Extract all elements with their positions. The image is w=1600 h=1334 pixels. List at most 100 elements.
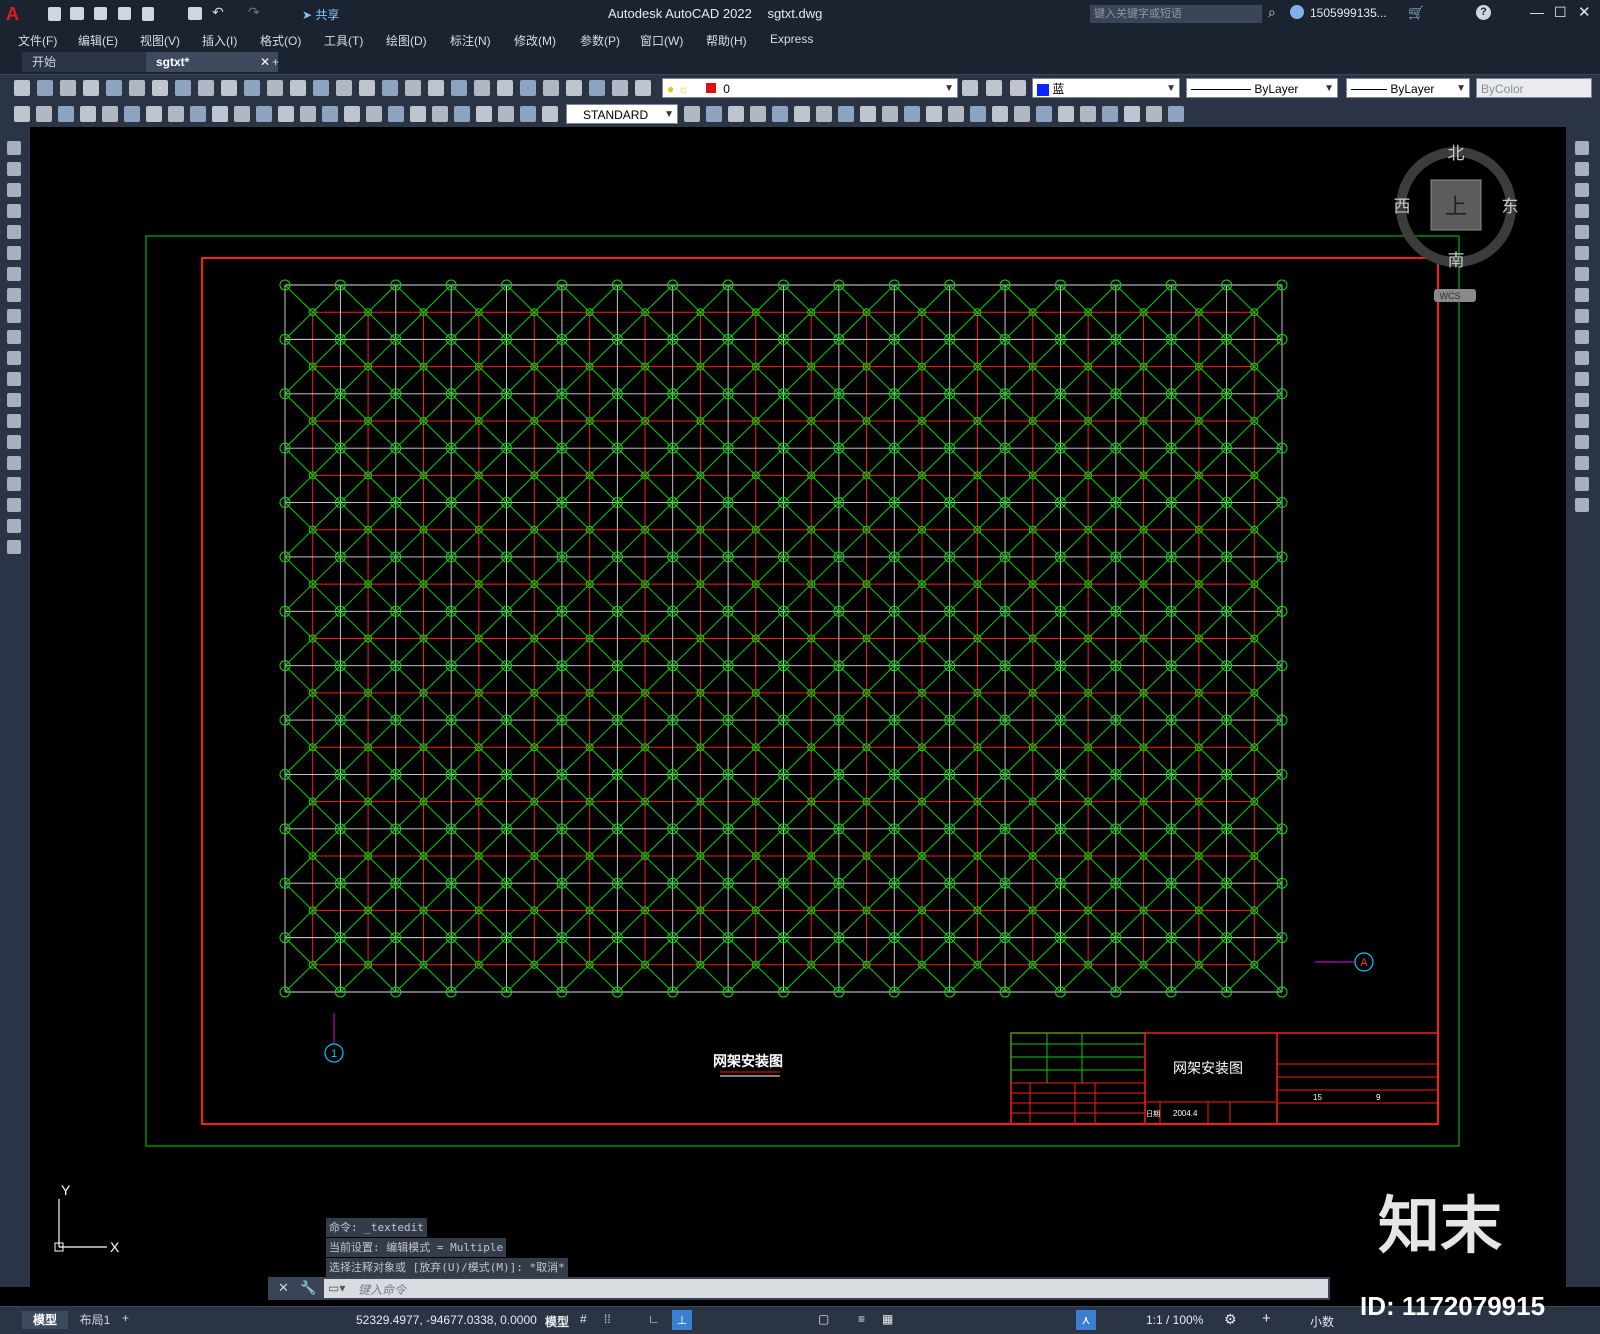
draw-tool-icon[interactable] [7, 435, 21, 449]
linetype-dropdown[interactable]: ByLayer ▼ [1186, 78, 1338, 98]
modify-tool-icon[interactable] [1575, 351, 1589, 365]
toolbar-tool-icon[interactable] [838, 106, 854, 122]
modify-tool-icon[interactable] [1575, 330, 1589, 344]
modify-tool-icon[interactable] [1575, 414, 1589, 428]
draw-tool-icon[interactable] [7, 393, 21, 407]
open-file-icon[interactable] [70, 7, 84, 20]
draw-tool-icon[interactable] [7, 204, 21, 218]
osnap-icon[interactable]: ▢ [818, 1312, 829, 1326]
toolbar-tool-icon[interactable] [566, 80, 582, 96]
modify-tool-icon[interactable] [1575, 372, 1589, 386]
modify-tool-icon[interactable] [1575, 456, 1589, 470]
menu-item[interactable]: 视图(V) [140, 32, 180, 49]
toolbar-tool-icon[interactable] [1168, 106, 1184, 122]
toolbar-tool-icon[interactable] [1036, 106, 1052, 122]
toolbar-tool-icon[interactable] [336, 80, 352, 96]
toolbar-tool-icon[interactable] [882, 106, 898, 122]
toolbar-tool-icon[interactable] [543, 80, 559, 96]
toolbar-tool-icon[interactable] [1146, 106, 1162, 122]
toolbar-tool-icon[interactable] [706, 106, 722, 122]
menu-item[interactable]: 修改(M) [514, 32, 556, 49]
publish-icon[interactable] [142, 7, 154, 21]
menu-item[interactable]: 编辑(E) [78, 32, 118, 49]
plus-icon[interactable]: + [1262, 1310, 1271, 1327]
share-button[interactable]: ➤ 共享 [302, 6, 339, 23]
draw-tool-icon[interactable] [7, 351, 21, 365]
units-readout[interactable]: 小数 [1310, 1313, 1334, 1330]
toolbar-tool-icon[interactable] [728, 106, 744, 122]
toolbar-tool-icon[interactable] [366, 106, 382, 122]
toolbar-tool-icon[interactable] [1080, 106, 1096, 122]
toolbar-tool-icon[interactable] [520, 106, 536, 122]
menu-item[interactable]: 插入(I) [202, 32, 237, 49]
customize-command-icon[interactable]: 🔧 [300, 1280, 316, 1296]
draw-tool-icon[interactable] [7, 519, 21, 533]
draw-tool-icon[interactable] [7, 372, 21, 386]
toolbar-tool-icon[interactable] [498, 106, 514, 122]
save-icon[interactable] [94, 7, 107, 20]
toolbar-tool-icon[interactable] [313, 80, 329, 96]
menu-item[interactable]: 帮助(H) [706, 32, 747, 49]
toolbar-tool-icon[interactable] [904, 106, 920, 122]
annotation-visibility-icon[interactable]: ⋏ [1076, 1310, 1096, 1330]
toolbar-tool-icon[interactable] [589, 80, 605, 96]
toolbar-tool-icon[interactable] [992, 106, 1008, 122]
menu-item[interactable]: 工具(T) [324, 32, 363, 49]
toolbar-tool-icon[interactable] [451, 80, 467, 96]
toolbar-tool-icon[interactable] [267, 80, 283, 96]
toolbar-tool-icon[interactable] [168, 106, 184, 122]
toolbar-tool-icon[interactable] [772, 106, 788, 122]
toolbar-tool-icon[interactable] [234, 106, 250, 122]
draw-tool-icon[interactable] [7, 477, 21, 491]
menu-item[interactable]: 标注(N) [450, 32, 491, 49]
menu-item[interactable]: 绘图(D) [386, 32, 427, 49]
toolbar-tool-icon[interactable] [344, 106, 360, 122]
viewcube-top[interactable]: 上 [1445, 194, 1467, 219]
model-space-button[interactable]: 模型 [545, 1313, 569, 1330]
toolbar-tool-icon[interactable] [970, 106, 986, 122]
close-command-icon[interactable]: ✕ [278, 1280, 289, 1296]
modify-tool-icon[interactable] [1575, 204, 1589, 218]
viewcube-west[interactable]: 西 [1394, 197, 1411, 216]
toolbar-tool-icon[interactable] [290, 80, 306, 96]
toolbar-tool-icon[interactable] [80, 106, 96, 122]
textstyle-dropdown[interactable]: STANDARD ▼ [566, 104, 678, 124]
toolbar-tool-icon[interactable] [750, 106, 766, 122]
modify-tool-icon[interactable] [1575, 393, 1589, 407]
toolbar-tool-icon[interactable] [221, 80, 237, 96]
draw-tool-icon[interactable] [7, 498, 21, 512]
modify-tool-icon[interactable] [1575, 162, 1589, 176]
ortho-icon[interactable]: ∟ [648, 1312, 660, 1326]
toolbar-tool-icon[interactable] [410, 106, 426, 122]
toolbar-tool-icon[interactable] [256, 106, 272, 122]
toolbar-tool-icon[interactable] [244, 80, 260, 96]
add-layout-button[interactable]: + [122, 1311, 129, 1325]
drawing-canvas[interactable]: A 1 网架安装图 网架安装图 日期 2004.4 15 9 上 北 南 东 西… [30, 127, 1566, 1287]
toolbar-tool-icon[interactable] [152, 80, 168, 96]
menu-item[interactable]: 窗口(W) [640, 32, 683, 49]
toolbar-tool-icon[interactable] [497, 80, 513, 96]
toolbar-tool-icon[interactable] [816, 106, 832, 122]
draw-tool-icon[interactable] [7, 540, 21, 554]
toolbar-tool-icon[interactable] [146, 106, 162, 122]
user-icon[interactable] [1290, 5, 1304, 19]
toolbar-tool-icon[interactable] [124, 106, 140, 122]
toolbar-tool-icon[interactable] [635, 80, 651, 96]
help-icon[interactable]: ? [1476, 5, 1491, 20]
toolbar-tool-icon[interactable] [1124, 106, 1140, 122]
plot-icon[interactable] [188, 7, 202, 20]
toolbar-tool-icon[interactable] [1014, 106, 1030, 122]
tab-start[interactable]: 开始 [22, 52, 154, 72]
toolbar-tool-icon[interactable] [948, 106, 964, 122]
toolbar-tool-icon[interactable] [986, 80, 1002, 96]
transparency-icon[interactable]: ▦ [882, 1312, 893, 1326]
draw-tool-icon[interactable] [7, 183, 21, 197]
grid-icon[interactable]: # [580, 1312, 587, 1326]
lineweight-icon[interactable]: ≡ [858, 1312, 865, 1326]
toolbar-tool-icon[interactable] [860, 106, 876, 122]
color-dropdown[interactable]: 蓝 ▼ [1032, 78, 1180, 98]
menu-item[interactable]: Express [770, 32, 813, 46]
toolbar-tool-icon[interactable] [102, 106, 118, 122]
toolbar-tool-icon[interactable] [359, 80, 375, 96]
toolbar-tool-icon[interactable] [300, 106, 316, 122]
